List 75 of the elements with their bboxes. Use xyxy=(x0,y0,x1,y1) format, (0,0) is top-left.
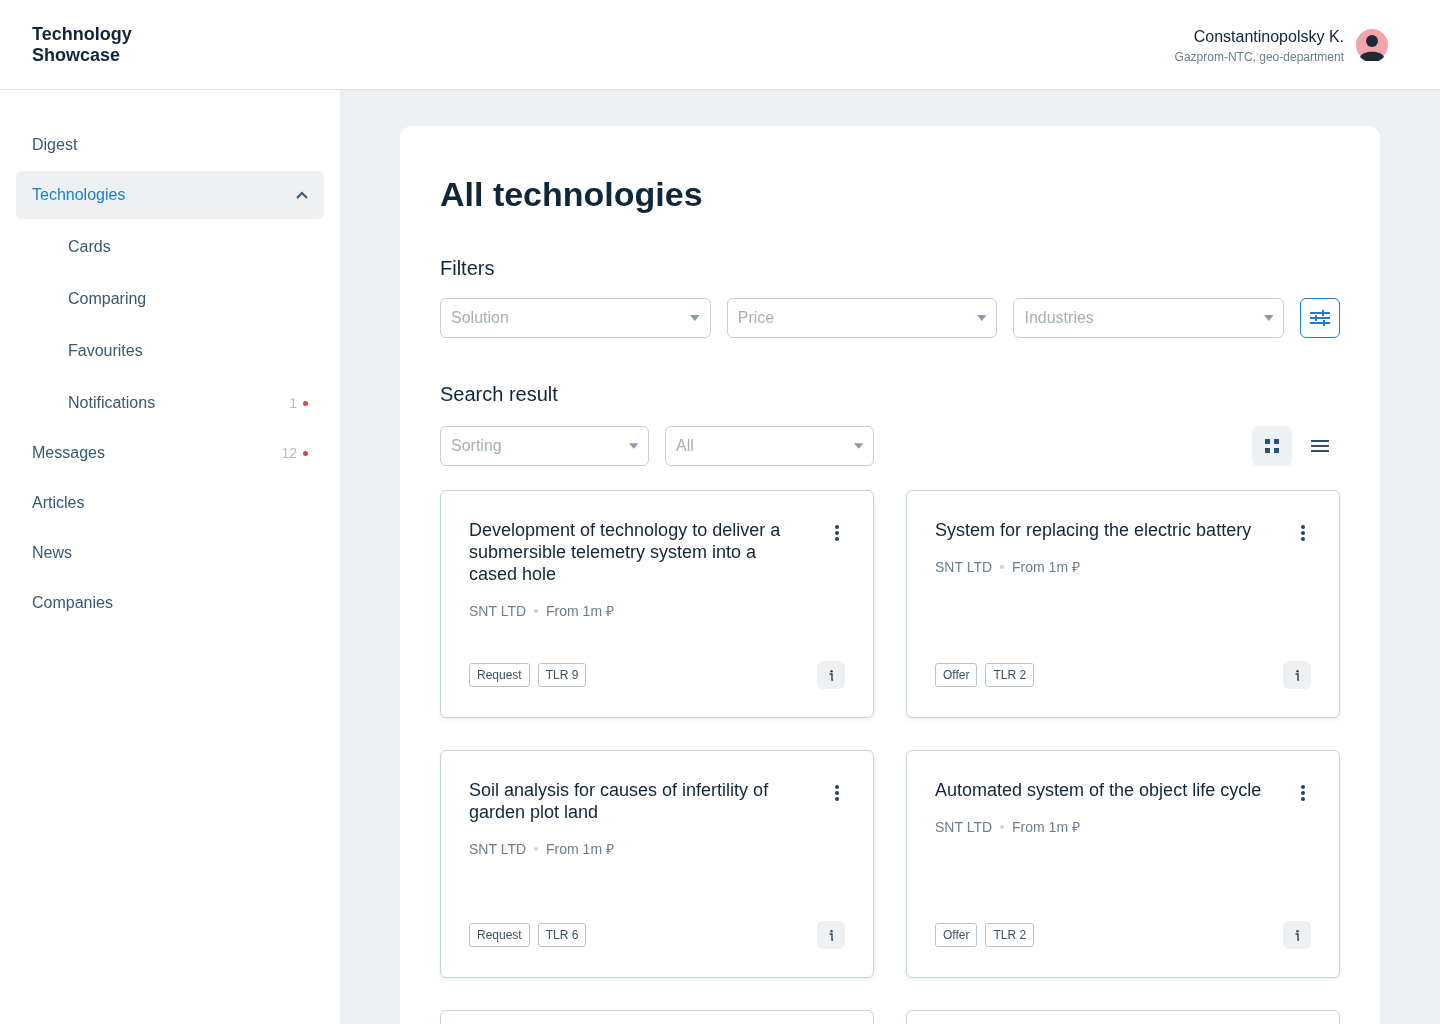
price: From 1m ₽ xyxy=(546,602,614,621)
caret-icon xyxy=(690,315,700,321)
price: From 1m ₽ xyxy=(1012,558,1080,577)
user-subtitle: Gazprom-NTC, geo-department xyxy=(1174,48,1344,65)
more-icon[interactable] xyxy=(835,525,839,541)
dropdown-input[interactable]: Solution xyxy=(451,306,691,330)
tag: Offer xyxy=(935,663,978,687)
more-icon[interactable] xyxy=(835,785,839,801)
technology-card[interactable]: System for replacing the electric battery SNT LTD From 1m ₽ Offer TLR 2 xyxy=(906,490,1340,718)
user-name: Constantinopolsky K. xyxy=(1193,26,1344,47)
info-button[interactable] xyxy=(1283,661,1311,689)
sidebar-item[interactable]: Articles xyxy=(16,479,324,527)
company-name: SNT LTD xyxy=(935,558,993,577)
technology-card[interactable]: Automated system of the object life cycle SNT LTD From 1m ₽ Offer TLR 2 xyxy=(906,750,1340,978)
tag: TLR 2 xyxy=(985,923,1035,947)
company-name: SNT LTD xyxy=(469,602,527,621)
company-name: SNT LTD xyxy=(935,818,993,837)
caret-icon xyxy=(628,443,638,449)
page-title: All technologies xyxy=(440,174,704,215)
card-title: Development of technology to deliver a submersible telemetry system into a cased hole xyxy=(469,519,782,585)
info-icon xyxy=(829,929,833,941)
more-icon[interactable] xyxy=(1301,785,1305,801)
info-button[interactable] xyxy=(1283,921,1311,949)
info-icon xyxy=(1295,929,1299,941)
dropdown[interactable]: Sorting xyxy=(440,426,649,466)
dropdown-input[interactable]: Sorting xyxy=(451,434,629,458)
technology-card[interactable]: Soil analysis for causes of infertility of garden plot land SNT LTD From 1m ₽ Request TLR 6 xyxy=(440,750,874,978)
count: 1 xyxy=(289,394,297,413)
sidebar-item[interactable]: News xyxy=(16,529,324,577)
price: From 1m ₽ xyxy=(1012,818,1080,837)
card-title: Soil analysis for causes of infertility of garden plot land xyxy=(469,779,770,823)
company-name: SNT LTD xyxy=(469,840,527,859)
info-icon xyxy=(1295,669,1299,681)
price: From 1m ₽ xyxy=(546,840,614,859)
dropdown[interactable]: All xyxy=(665,426,874,466)
dropdown-input[interactable]: All xyxy=(676,434,854,458)
dropdown-input[interactable]: Industries xyxy=(1024,306,1264,330)
info-icon xyxy=(829,669,833,681)
dropdown[interactable]: Price xyxy=(726,298,998,338)
sidebar-item[interactable]: Technologies xyxy=(16,171,324,219)
avatar[interactable] xyxy=(1356,28,1388,61)
grid-view-button[interactable] xyxy=(1252,426,1292,466)
info-button[interactable] xyxy=(817,661,845,689)
list-icon xyxy=(1311,440,1329,452)
sidebar-item[interactable]: Digest xyxy=(16,121,324,169)
sidebar-item[interactable]: Notifications 1 xyxy=(16,379,324,427)
tag: TLR 6 xyxy=(537,923,587,947)
tag: TLR 9 xyxy=(537,663,587,687)
tag: Request xyxy=(469,923,530,947)
sidebar-item[interactable]: Messages 12 xyxy=(16,429,324,477)
info-button[interactable] xyxy=(817,921,845,949)
card-title: System for replacing the electric battery xyxy=(935,519,1252,541)
technology-card[interactable]: Development of technology to deliver a submersible telemetry system into a cased hole SNT LTD From 1m ₽ Request TLR 9 xyxy=(440,490,874,718)
caret-icon xyxy=(853,443,863,449)
sliders-icon xyxy=(1310,310,1331,326)
more-icon[interactable] xyxy=(1301,525,1305,541)
sidebar-item[interactable]: Companies xyxy=(16,579,324,627)
tag: TLR 2 xyxy=(985,663,1035,687)
tag: Request xyxy=(469,663,530,687)
caret-icon xyxy=(976,315,987,321)
sidebar-item[interactable]: Cards xyxy=(16,223,324,271)
sidebar-item[interactable]: Comparing xyxy=(16,275,324,323)
dropdown[interactable]: Industries xyxy=(1013,298,1285,338)
caret-icon xyxy=(1263,315,1274,321)
count: 12 xyxy=(281,444,297,463)
card-title: Automated system of the object life cycle xyxy=(935,779,1262,801)
sidebar-item[interactable]: Favourites xyxy=(16,327,324,375)
grid-icon xyxy=(1265,439,1279,453)
dropdown[interactable]: Solution xyxy=(440,298,711,338)
section-heading: Search result xyxy=(440,382,559,407)
filter-settings-button[interactable] xyxy=(1300,298,1340,338)
dropdown-input[interactable]: Price xyxy=(737,306,977,330)
tag: Offer xyxy=(935,923,978,947)
section-heading: Filters xyxy=(440,256,496,281)
logo[interactable]: Technology Showcase xyxy=(32,23,152,66)
